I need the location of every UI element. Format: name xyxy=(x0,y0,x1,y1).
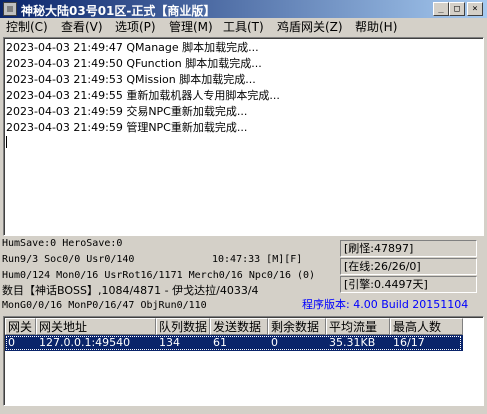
status-boss: 数目【神话BOSS】,1084/4871 - 伊戈达拉/4033/4 xyxy=(2,284,259,297)
text-caret xyxy=(6,136,7,148)
program-version: 程序版本: 4.00 Build 20151104 xyxy=(302,298,469,311)
menu-options[interactable]: 选项(P) xyxy=(115,18,156,36)
online-count-box: [在线:26/26/0] xyxy=(340,258,477,275)
cell-max-users: 16/17 xyxy=(393,336,425,349)
status-objects: MonG0/0/16 MonP0/16/47 ObjRun0/110 xyxy=(2,300,207,311)
cell-remaining: 0 xyxy=(271,336,278,349)
status-hum-save: HumSave:0 HeroSave:0 xyxy=(2,238,123,249)
log-line: 2023-04-03 21:49:55 重新加载机器人专用脚本完成... xyxy=(6,89,280,102)
column-queue-data[interactable]: 队列数据 xyxy=(156,318,210,335)
title-bar: 神秘大陆03号01区-正式【商业版】 _ □ × xyxy=(0,0,487,18)
status-time: 10:47:33 [M][F] xyxy=(212,254,303,265)
menu-help[interactable]: 帮助(H) xyxy=(355,18,397,36)
cell-sent: 61 xyxy=(213,336,227,349)
column-max-users[interactable]: 最高人数 xyxy=(390,318,463,335)
log-textarea[interactable]: 2023-04-03 21:49:47 QManage 脚本加载完成... 20… xyxy=(3,37,484,236)
status-run: Run9/3 Soc0/0 Usr0/140 xyxy=(2,254,135,265)
menu-tools[interactable]: 工具(T) xyxy=(223,18,264,36)
log-line: 2023-04-03 21:49:47 QManage 脚本加载完成... xyxy=(6,41,259,54)
column-gateway[interactable]: 网关 xyxy=(5,318,36,335)
menu-control[interactable]: 控制(C) xyxy=(6,18,48,36)
close-button[interactable]: × xyxy=(467,2,483,16)
app-icon xyxy=(3,2,17,16)
log-line: 2023-04-03 21:49:59 管理NPC重新加载完成... xyxy=(6,121,248,134)
cell-address: 127.0.0.1:49540 xyxy=(39,336,131,349)
column-remaining-data[interactable]: 剩余数据 xyxy=(268,318,326,335)
menu-manage[interactable]: 管理(M) xyxy=(169,18,213,36)
menu-gateway[interactable]: 鸡盾网关(Z) xyxy=(277,18,343,36)
maximize-button[interactable]: □ xyxy=(449,2,465,16)
engine-uptime-box: [引擎:0.4497天] xyxy=(340,276,477,293)
column-average-traffic[interactable]: 平均流量 xyxy=(326,318,390,335)
log-line: 2023-04-03 21:49:53 QMission 脚本加载完成... xyxy=(6,73,256,86)
cell-gateway: 0 xyxy=(8,336,15,349)
window-title: 神秘大陆03号01区-正式【商业版】 xyxy=(21,4,216,18)
menu-view[interactable]: 查看(V) xyxy=(61,18,103,36)
column-sent-data[interactable]: 发送数据 xyxy=(210,318,268,335)
gateway-table: 网关 网关地址 队列数据 发送数据 剩余数据 平均流量 最高人数 0 127.0… xyxy=(3,316,484,406)
log-line: 2023-04-03 21:49:50 QFunction 脚本加载完成... xyxy=(6,57,262,70)
column-gateway-address[interactable]: 网关地址 xyxy=(36,318,156,335)
cell-queue: 134 xyxy=(159,336,180,349)
cell-traffic: 35.31KB xyxy=(329,336,376,349)
refresh-monster-box: [刷怪:47897] xyxy=(340,240,477,257)
status-counts: Hum0/124 Mon0/16 UsrRot16/1171 Merch0/16… xyxy=(2,270,316,281)
log-line: 2023-04-03 21:49:59 交易NPC重新加载完成... xyxy=(6,105,248,118)
minimize-button[interactable]: _ xyxy=(433,2,449,16)
menu-bar: 控制(C) 查看(V) 选项(P) 管理(M) 工具(T) 鸡盾网关(Z) 帮助… xyxy=(0,18,487,36)
